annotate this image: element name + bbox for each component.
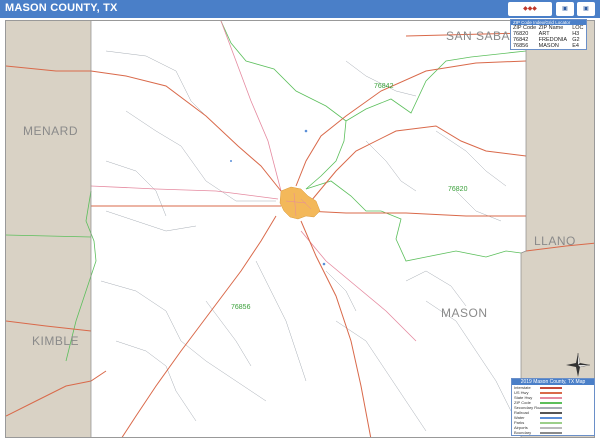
water-feature [322,262,326,266]
legend-symbol [540,431,562,434]
map-area[interactable]: SAN SABA MENARD LLANO KIMBLE MASON 76842… [5,20,595,438]
loc-cell: E4 [572,43,579,49]
title-bar: MASON COUNTY, TX ◆◆◆ ▣ ▣ [0,0,600,18]
zip-label-76842: 76842 [374,83,394,90]
brand-logo-icon[interactable]: ◆◆◆ [508,2,552,16]
legend-symbol [540,391,562,394]
zip-cell: 76856 [513,43,529,49]
zip-code-index-table: ZIP Code Index/Grid Locator ZIP Code ZIP… [510,19,587,50]
legend-symbol [540,406,562,409]
county-map: SAN SABA MENARD LLANO KIMBLE MASON 76842… [6,21,594,437]
legend-symbol [540,421,562,424]
brand-badge-icon: ▣ [556,2,574,16]
water-feature [304,129,308,133]
county-label-menard: MENARD [23,124,78,138]
zip-label-76820: 76820 [448,186,468,193]
county-label-llano: LLANO [534,234,576,248]
legend-symbol [540,416,562,419]
legend-symbol [540,396,562,399]
county-label-kimble: KIMBLE [32,334,79,348]
map-title: MASON COUNTY, TX [5,2,118,14]
water-feature [230,160,232,162]
legend-symbol [540,411,562,414]
legend-item: Boundary [512,430,594,435]
legend-symbol [540,401,562,404]
table-row: 76856 MASON E4 [511,43,586,49]
legend-symbol [540,386,562,389]
legend-label: Boundary [514,430,532,435]
map-legend: 2019 Mason County, TX Map Interstate US … [511,378,595,436]
brand-badge-icon: ▣ [577,2,595,16]
legend-symbol [540,426,562,429]
zip-label-76856: 76856 [231,304,251,311]
county-label-san-saba: SAN SABA [446,29,510,43]
zip-name-cell: MASON [538,43,559,49]
north-arrow-icon [566,353,590,377]
county-label-mason: MASON [441,306,488,320]
